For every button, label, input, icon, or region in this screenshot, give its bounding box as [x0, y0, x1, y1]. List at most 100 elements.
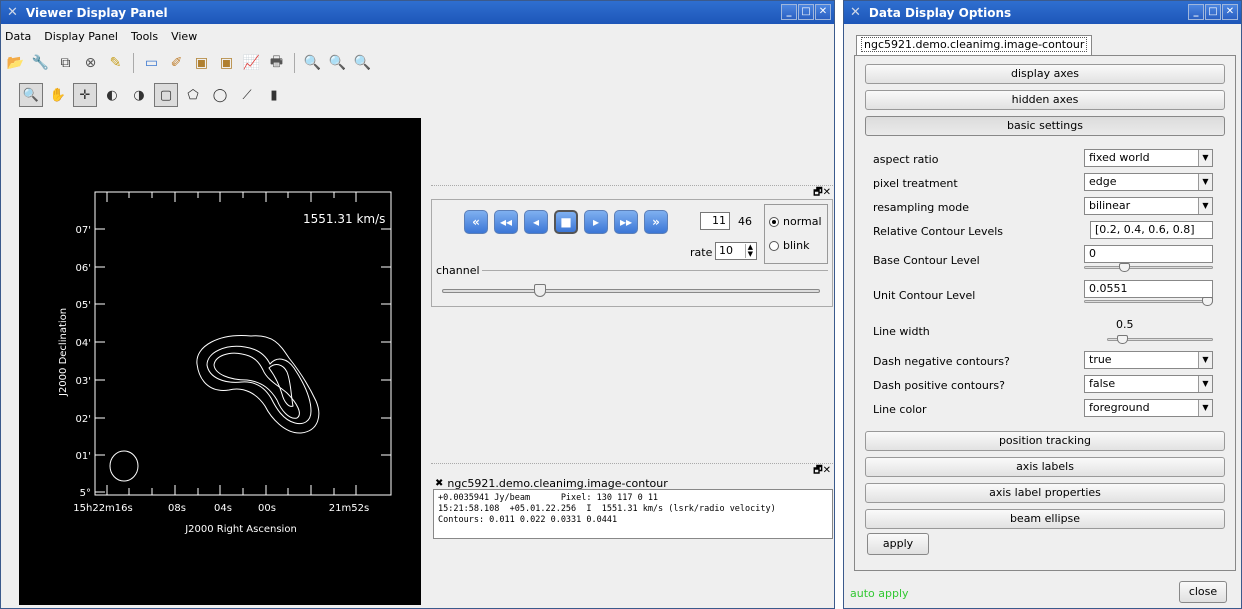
animator-dock-header: 🗗✕ [431, 185, 833, 198]
channel-slider-track[interactable] [442, 289, 820, 293]
graph-icon[interactable]: 📈 [241, 53, 262, 74]
resampling-mode-select[interactable]: bilinear ▼ [1084, 197, 1213, 215]
channel-label: channel [436, 264, 480, 277]
hidden-axes-button[interactable]: hidden axes [865, 90, 1225, 110]
image-canvas[interactable]: 1551.31 km/s 07' 06' 05' 04' 03' 02' 01'… [19, 118, 421, 605]
unit-contour-slider-handle[interactable] [1202, 297, 1213, 306]
basic-settings-button[interactable]: basic settings [865, 116, 1225, 136]
polyline-tool-icon[interactable]: ⟋ [235, 83, 259, 107]
menu-display-panel[interactable]: Display Panel [44, 30, 118, 43]
zoom-tool-icon[interactable]: 🔍 [19, 83, 43, 107]
unit-contour-slider-track[interactable] [1084, 300, 1213, 303]
x-logo-icon: ✕ [850, 5, 861, 20]
rectangle-tool-icon[interactable]: ▢ [154, 83, 178, 107]
rewind-button[interactable]: ◂◂ [494, 210, 518, 234]
printer-icon[interactable]: 🖶 [266, 53, 287, 74]
dash-positive-select[interactable]: false ▼ [1084, 375, 1213, 393]
mode-normal-radio[interactable]: normal [769, 215, 822, 228]
polygon-tool-icon[interactable]: ⬠ [181, 83, 205, 107]
contour-plot: 1551.31 km/s 07' 06' 05' 04' 03' 02' 01'… [58, 191, 392, 535]
line-width-label: Line width [873, 325, 930, 338]
ellipse-tool-icon[interactable]: ◯ [208, 83, 232, 107]
to-end-button[interactable]: » [644, 210, 668, 234]
line-width-slider-handle[interactable] [1116, 335, 1128, 344]
beam-ellipse-button[interactable]: beam ellipse [865, 509, 1225, 529]
dash-negative-select[interactable]: true ▼ [1084, 351, 1213, 369]
unit-contour-level-field[interactable]: 0.0551 [1084, 280, 1213, 298]
channel-slider-handle[interactable] [533, 284, 546, 297]
data-display-options-window: ✕ Data Display Options _ □ ✕ ngc5921.dem… [843, 0, 1242, 609]
spin-arrows-icon[interactable]: ▲ ▼ [744, 244, 755, 258]
aspect-ratio-select[interactable]: fixed world ▼ [1084, 149, 1213, 167]
viewer-titlebar[interactable]: ✕ Viewer Display Panel _ □ ✕ [1, 1, 834, 24]
base-contour-slider-track[interactable] [1084, 266, 1213, 269]
maximize-button[interactable]: □ [798, 4, 814, 20]
close-button[interactable]: close [1179, 581, 1227, 603]
stretch-tool-icon[interactable]: ◐ [100, 83, 124, 107]
viewer-title: Viewer Display Panel [25, 5, 168, 20]
to-start-button[interactable]: « [464, 210, 488, 234]
menu-view[interactable]: View [171, 30, 197, 43]
minimize-button[interactable]: _ [781, 4, 797, 20]
auto-apply-status: auto apply [850, 587, 909, 600]
position-tracking-button[interactable]: position tracking [865, 431, 1225, 451]
display-axes-button[interactable]: display axes [865, 64, 1225, 84]
toolbar-separator [294, 53, 295, 73]
frame-number-field[interactable]: 11 [700, 212, 730, 230]
minimize-button[interactable]: _ [1188, 4, 1204, 20]
position-tool-icon[interactable]: ▮ [262, 83, 286, 107]
animation-mode-group: normal blink [764, 204, 828, 264]
pan-tool-icon[interactable]: ✋ [46, 83, 70, 107]
rate-label: rate [690, 246, 713, 259]
ddo-titlebar[interactable]: ✕ Data Display Options _ □ ✕ [844, 1, 1241, 24]
viewer-window: ✕ Viewer Display Panel _ □ ✕ Data Displa… [0, 0, 835, 609]
zoom-fit-icon[interactable]: 🔍 [302, 53, 323, 74]
axis-labels-button[interactable]: axis labels [865, 457, 1225, 477]
tracking-line: 15:21:58.108 +05.01.22.256 I 1551.31 km/… [438, 504, 776, 514]
x-logo-icon: ✕ [7, 5, 18, 20]
velocity-label: 1551.31 km/s [303, 212, 385, 226]
tab-image-contour[interactable]: ngc5921.demo.cleanimg.image-contour [856, 35, 1093, 55]
base-contour-level-field[interactable]: 0 [1084, 245, 1213, 263]
pixel-treatment-value: edge [1089, 175, 1117, 188]
close-circle-icon[interactable]: ⊗ [80, 53, 101, 74]
menu-tools[interactable]: Tools [131, 30, 158, 43]
mode-blink-radio[interactable]: blink [769, 239, 809, 252]
zoom-in-icon[interactable]: 🔍 [327, 53, 348, 74]
tracking-line: Contours: 0.011 0.022 0.0331 0.0441 [438, 515, 618, 525]
pixel-treatment-select[interactable]: edge ▼ [1084, 173, 1213, 191]
chevron-down-icon: ▼ [1198, 400, 1212, 416]
close-window-button[interactable]: ✕ [815, 4, 831, 20]
playback-controls: « ◂◂ ◂ ■ ▸ ▸▸ » [464, 210, 668, 234]
play-button[interactable]: ▸▸ [614, 210, 638, 234]
print-image-icon[interactable]: ▣ [216, 53, 237, 74]
open-folder-icon[interactable]: 📂 [5, 53, 26, 74]
panel-options-icon[interactable]: ✐ [166, 53, 187, 74]
relative-contour-levels-field[interactable]: [0.2, 0.4, 0.6, 0.8] [1090, 221, 1213, 239]
stretch2-tool-icon[interactable]: ◑ [127, 83, 151, 107]
wrench-icon[interactable]: 🔧 [30, 53, 51, 74]
base-contour-slider-handle[interactable] [1119, 263, 1131, 272]
y-axis-label: J2000 Declination [58, 308, 69, 397]
maximize-button[interactable]: □ [1205, 4, 1221, 20]
x-tick-label: 00s [258, 503, 276, 514]
stop-button[interactable]: ■ [554, 210, 578, 234]
new-panel-icon[interactable]: ▭ [141, 53, 162, 74]
crosshair-tool-icon[interactable]: ✛ [73, 83, 97, 107]
aspect-ratio-value: fixed world [1089, 151, 1150, 164]
axis-label-properties-button[interactable]: axis label properties [865, 483, 1225, 503]
close-window-button[interactable]: ✕ [1222, 4, 1238, 20]
brush-icon[interactable]: ✎ [105, 53, 126, 74]
step-back-button[interactable]: ◂ [524, 210, 548, 234]
zoom-out-icon[interactable]: 🔍 [352, 53, 373, 74]
menu-data[interactable]: Data [5, 30, 31, 43]
apply-button[interactable]: apply [867, 533, 929, 555]
line-color-select[interactable]: foreground ▼ [1084, 399, 1213, 417]
close-x-icon[interactable]: ✖ [435, 478, 443, 489]
copy-icon[interactable]: ⧉ [55, 53, 76, 74]
rate-spinbox[interactable]: 10 ▲ ▼ [715, 242, 757, 260]
save-image-icon[interactable]: ▣ [191, 53, 212, 74]
step-forward-button[interactable]: ▸ [584, 210, 608, 234]
y-tick-label: 07' [76, 225, 91, 236]
base-contour-level-label: Base Contour Level [873, 254, 980, 267]
